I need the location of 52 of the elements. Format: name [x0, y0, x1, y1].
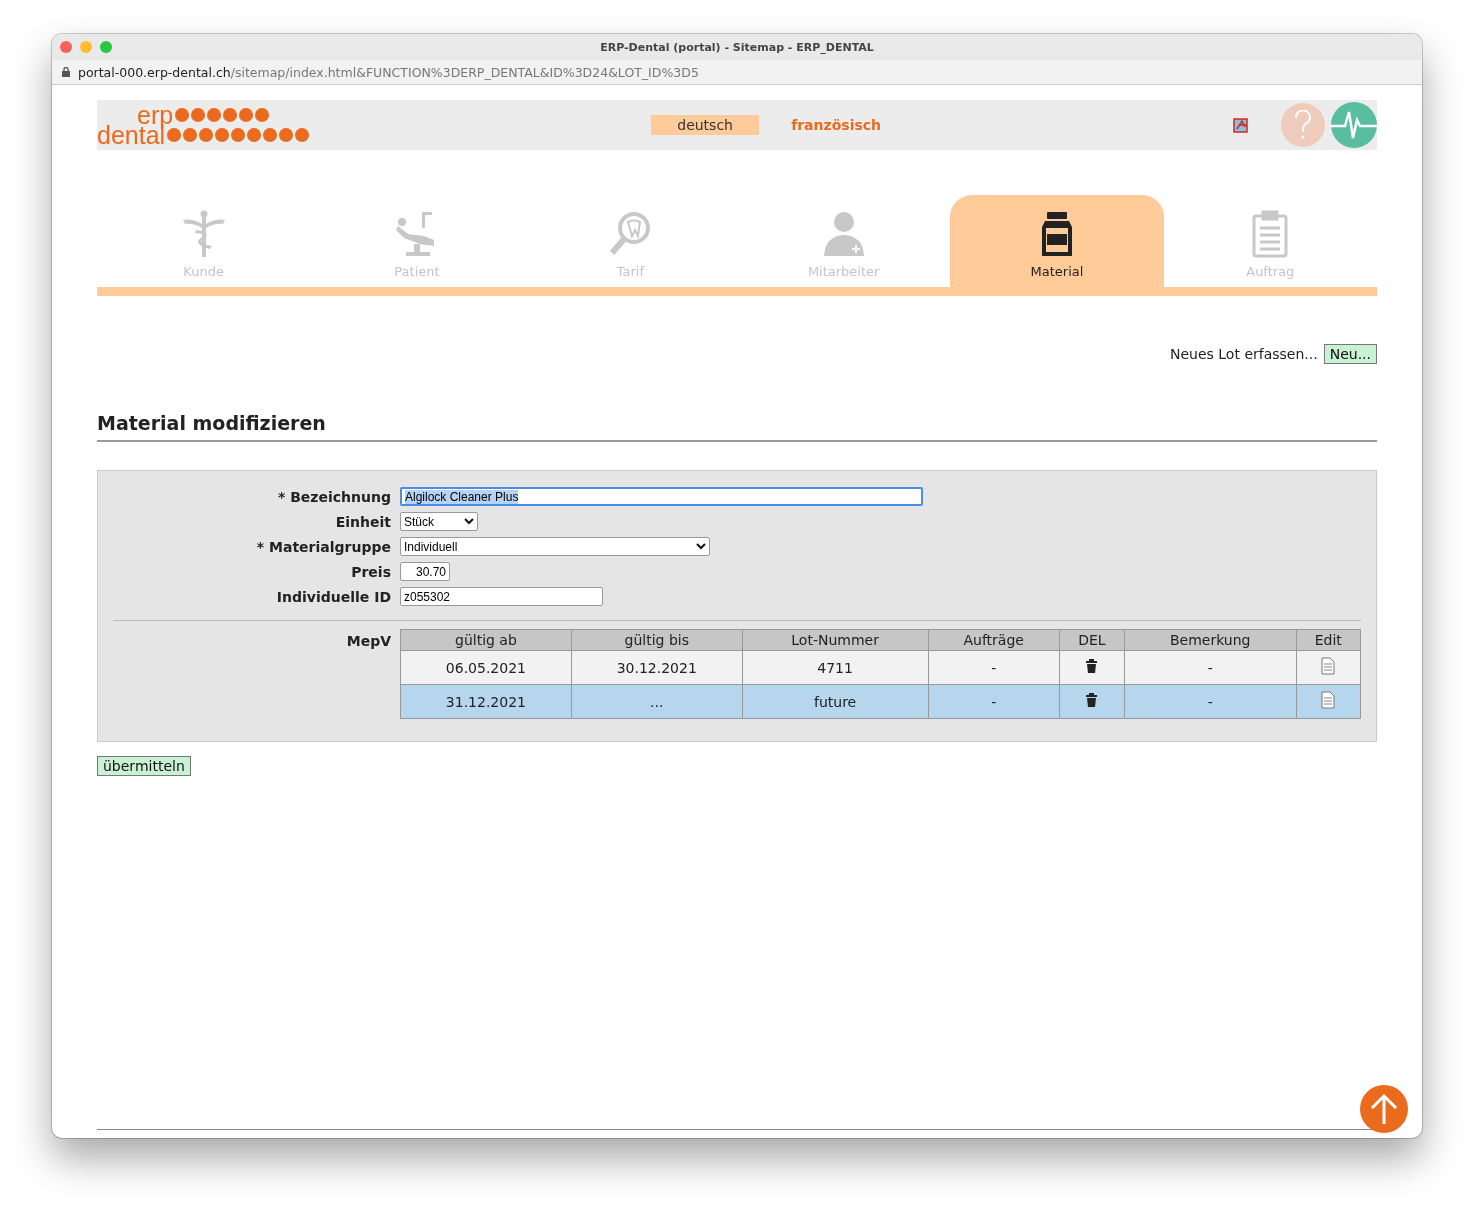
- column-header: Bemerkung: [1124, 629, 1296, 651]
- input-field[interactable]: 30.70: [400, 562, 450, 581]
- pdf-icon[interactable]: [1233, 117, 1249, 133]
- table-cell: 4711: [742, 650, 929, 685]
- heartbeat-icon[interactable]: [1331, 102, 1377, 148]
- column-header: gültig bis: [571, 629, 743, 651]
- trash-icon[interactable]: [1085, 693, 1099, 707]
- column-header: Aufträge: [928, 629, 1060, 651]
- input-field[interactable]: Algilock Cleaner Plus: [400, 487, 923, 506]
- input-field[interactable]: z055302: [400, 587, 603, 606]
- field-label: Preis: [350, 563, 391, 580]
- field-label: Einheit: [334, 513, 391, 530]
- column-header: DEL: [1059, 629, 1125, 651]
- close-button[interactable]: [60, 41, 72, 53]
- table-cell: ...: [571, 684, 743, 719]
- field-label: * Bezeichnung: [277, 488, 391, 505]
- select-field[interactable]: Individuell: [400, 537, 710, 556]
- column-header: Lot-Nummer: [742, 629, 929, 651]
- scroll-top-button[interactable]: [1360, 1085, 1408, 1133]
- table-cell: 30.12.2021: [571, 650, 743, 685]
- new-button[interactable]: Neu...: [1323, 344, 1377, 364]
- lock-icon: [62, 67, 70, 77]
- table-cell: 31.12.2021: [400, 684, 572, 719]
- help-icon[interactable]: [1281, 103, 1325, 147]
- document-icon[interactable]: [1321, 691, 1336, 709]
- field-label: * Materialgruppe: [255, 538, 391, 555]
- zoom-button[interactable]: [100, 41, 112, 53]
- submit-button[interactable]: übermitteln: [97, 756, 191, 776]
- section-title: Material modifizieren: [97, 412, 1377, 442]
- arrow-up-icon: [1369, 1092, 1399, 1126]
- chevron-down-icon: [696, 543, 706, 550]
- table-row[interactable]: 06.05.2021 30.12.2021 4711 - -: [400, 650, 1361, 685]
- select-field[interactable]: Stück: [400, 512, 478, 531]
- column-header: Edit: [1296, 629, 1361, 651]
- window-title: ERP-Dental (portal) - Sitemap - ERP_DENTAL: [600, 40, 874, 54]
- nav-tab[interactable]: Material: [950, 195, 1164, 287]
- column-header: gültig ab: [400, 629, 572, 651]
- table-row[interactable]: 31.12.2021 ... future - -: [400, 684, 1361, 719]
- language-link[interactable]: deutsch: [651, 115, 760, 135]
- document-icon[interactable]: [1321, 657, 1336, 675]
- field-label: Individuelle ID: [275, 588, 391, 605]
- table-cell: 06.05.2021: [400, 650, 572, 685]
- trash-icon[interactable]: [1085, 659, 1099, 673]
- caduceus-icon: [180, 210, 227, 258]
- table-cell: -: [928, 650, 1060, 685]
- field-label: MepV: [345, 632, 391, 649]
- table-cell: future: [742, 684, 929, 719]
- table-cell: -: [928, 684, 1060, 719]
- table-cell: -: [1124, 650, 1296, 685]
- chevron-down-icon: [464, 518, 474, 525]
- new-lot-label: Neues Lot erfassen...: [1170, 346, 1318, 362]
- table-cell: -: [1124, 684, 1296, 719]
